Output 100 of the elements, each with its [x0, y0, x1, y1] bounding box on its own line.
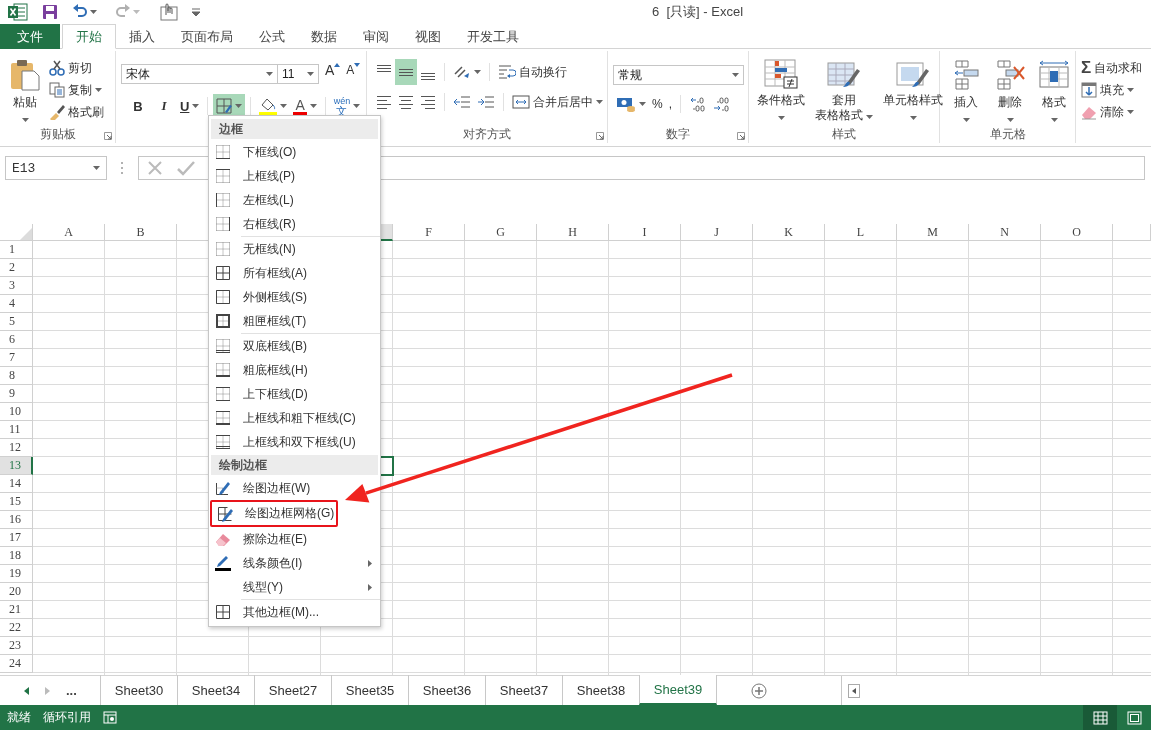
number-format-field[interactable]: 常规 [613, 65, 744, 85]
row-header[interactable]: 21 [0, 601, 33, 619]
row-header[interactable]: 20 [0, 583, 33, 601]
menu-item[interactable]: 上框线(P) [209, 164, 380, 188]
row-header[interactable]: 5 [0, 313, 33, 331]
row-header[interactable]: 11 [0, 421, 33, 439]
underline-button[interactable]: U [177, 95, 203, 117]
column-header[interactable]: G [465, 224, 537, 241]
ribbon-tab[interactable]: 插入 [116, 24, 168, 49]
merge-center-button[interactable]: 合并后居中 [509, 91, 606, 113]
font-size-field[interactable]: 11 [277, 64, 319, 84]
menu-item[interactable]: 擦除边框(E) [209, 527, 380, 551]
add-sheet-icon[interactable] [751, 682, 767, 699]
copy-button[interactable]: 复制 [46, 79, 107, 101]
column-header[interactable]: K [753, 224, 825, 241]
menu-item[interactable]: 无框线(N) [209, 237, 380, 261]
row-header[interactable]: 8 [0, 367, 33, 385]
row-header[interactable]: 13 [0, 457, 33, 475]
paste-button[interactable]: 粘贴 [0, 51, 46, 125]
scroll-left-icon[interactable] [848, 683, 860, 698]
ribbon-tab[interactable]: 开始 [62, 24, 116, 49]
dialog-launcher-icon[interactable] [104, 132, 112, 140]
normal-view-button[interactable] [1083, 705, 1117, 730]
format-painter-button[interactable]: 格式刷 [46, 101, 107, 123]
middle-align-button[interactable] [395, 59, 417, 85]
menu-item[interactable]: 左框线(L) [209, 188, 380, 212]
name-box[interactable]: E13 [5, 156, 107, 180]
undo-icon[interactable] [72, 4, 88, 20]
row-header[interactable]: 16 [0, 511, 33, 529]
delete-cells-button[interactable]: 删除 [988, 51, 1032, 125]
wrap-text-button[interactable]: 自动换行 [495, 61, 570, 83]
conditional-formatting-button[interactable]: 条件格式 [752, 51, 810, 125]
column-header[interactable]: A [33, 224, 105, 241]
font-name-field[interactable]: 宋体 [121, 64, 278, 84]
menu-item[interactable]: 上框线和双下框线(U) [209, 430, 380, 454]
row-header[interactable]: 18 [0, 547, 33, 565]
column-header[interactable]: O [1041, 224, 1113, 241]
row-header[interactable]: 17 [0, 529, 33, 547]
row-header[interactable]: 15 [0, 493, 33, 511]
row-header[interactable]: 19 [0, 565, 33, 583]
clear-button[interactable]: 清除 [1078, 101, 1146, 123]
ribbon-tab[interactable]: 公式 [246, 24, 298, 49]
save-icon[interactable] [42, 4, 58, 20]
format-as-table-button[interactable]: 套用 表格格式 [810, 51, 879, 125]
menu-item[interactable]: 上框线和粗下框线(C) [209, 406, 380, 430]
dialog-launcher-icon[interactable] [596, 132, 604, 140]
row-header[interactable]: 1 [0, 241, 33, 259]
column-header[interactable]: I [609, 224, 681, 241]
row-header[interactable]: 3 [0, 277, 33, 295]
column-header[interactable]: F [393, 224, 465, 241]
menu-item[interactable]: 线条颜色(I) [209, 551, 380, 575]
menu-item[interactable]: 其他边框(M)... [209, 600, 380, 624]
cut-button[interactable]: 剪切 [46, 57, 107, 79]
shrink-font-button[interactable]: A [343, 63, 364, 85]
sheet-tab[interactable]: Sheet39 [639, 675, 717, 705]
row-header[interactable]: 24 [0, 655, 33, 673]
column-header[interactable]: B [105, 224, 177, 241]
menu-item[interactable]: 下框线(O) [209, 140, 380, 164]
menu-item[interactable]: 线型(Y) [209, 575, 380, 599]
autosum-button[interactable]: Σ 自动求和 [1078, 57, 1146, 79]
dialog-launcher-icon[interactable] [737, 132, 745, 140]
menu-item[interactable]: 所有框线(A) [209, 261, 380, 285]
column-header[interactable]: J [681, 224, 753, 241]
row-header[interactable]: 7 [0, 349, 33, 367]
menu-item[interactable]: 粗底框线(H) [209, 358, 380, 382]
percent-button[interactable]: % [649, 93, 666, 115]
touch-mode-icon[interactable] [160, 3, 178, 21]
ribbon-tab[interactable]: 视图 [402, 24, 454, 49]
macro-record-icon[interactable] [103, 711, 117, 724]
row-header[interactable]: 10 [0, 403, 33, 421]
italic-button[interactable]: I [151, 95, 177, 117]
comma-button[interactable]: , [665, 93, 675, 115]
row-header[interactable]: 22 [0, 619, 33, 637]
ribbon-tab[interactable]: 页面布局 [168, 24, 246, 49]
menu-item[interactable]: 绘图边框(W) [209, 476, 380, 500]
fill-button[interactable]: 填充 [1078, 79, 1146, 101]
menu-item[interactable]: 绘图边框网格(G) [212, 502, 336, 525]
menu-item[interactable]: 粗匣框线(T) [209, 309, 380, 333]
column-header[interactable]: H [537, 224, 609, 241]
row-header[interactable]: 9 [0, 385, 33, 403]
grow-font-button[interactable]: A [322, 63, 344, 85]
bold-button[interactable]: B [125, 95, 151, 117]
ribbon-tab[interactable]: 审阅 [350, 24, 402, 49]
format-cells-button[interactable]: 格式 [1032, 51, 1076, 125]
menu-item[interactable]: 外侧框线(S) [209, 285, 380, 309]
menu-item[interactable]: 右框线(R) [209, 212, 380, 236]
customize-icon[interactable] [192, 8, 200, 16]
column-header[interactable]: L [825, 224, 897, 241]
scroll-left-icon[interactable] [24, 686, 29, 695]
menu-item[interactable]: 上下框线(D) [209, 382, 380, 406]
borders-button[interactable] [213, 94, 246, 118]
row-header[interactable]: 4 [0, 295, 33, 313]
row-header[interactable]: 6 [0, 331, 33, 349]
row-header[interactable]: 23 [0, 637, 33, 655]
file-tab[interactable]: 文件 [0, 24, 60, 49]
row-header[interactable]: 14 [0, 475, 33, 493]
row-header[interactable]: 2 [0, 259, 33, 277]
column-header[interactable]: N [969, 224, 1041, 241]
ribbon-tab[interactable]: 数据 [298, 24, 350, 49]
more-sheets-button[interactable]: ... [66, 683, 77, 698]
